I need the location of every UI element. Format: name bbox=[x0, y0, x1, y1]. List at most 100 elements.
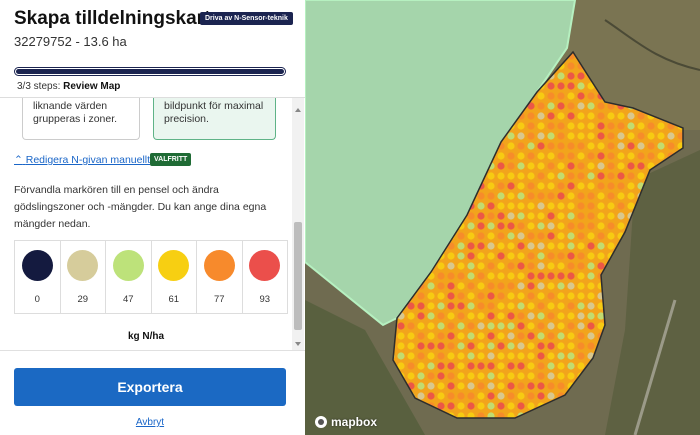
prescription-dot bbox=[547, 232, 555, 240]
prescription-dot bbox=[527, 182, 535, 190]
map-canvas[interactable] bbox=[305, 0, 700, 435]
prescription-dot bbox=[617, 212, 625, 220]
prescription-dot bbox=[507, 252, 515, 260]
prescription-dot bbox=[517, 292, 525, 300]
prescription-dot bbox=[567, 362, 575, 370]
prescription-dot bbox=[507, 332, 515, 340]
prescription-dot bbox=[557, 222, 565, 230]
pixel-option-card[interactable]: bildpunkt för maximal precision. bbox=[153, 98, 276, 140]
rate-swatches: 0 29 47 61 77 93 bbox=[14, 240, 288, 314]
prescription-dot bbox=[587, 302, 595, 310]
prescription-dot bbox=[557, 162, 565, 170]
prescription-dot bbox=[527, 172, 535, 180]
prescription-dot bbox=[447, 272, 455, 280]
prescription-dot bbox=[577, 242, 585, 250]
rate-swatch[interactable]: 77 bbox=[197, 241, 243, 313]
rate-swatch[interactable]: 61 bbox=[152, 241, 197, 313]
prescription-dot bbox=[457, 302, 465, 310]
prescription-dot bbox=[497, 222, 505, 230]
scroll-down-icon[interactable] bbox=[295, 342, 301, 346]
steps-count: 3/3 steps: bbox=[17, 81, 61, 92]
prescription-dot bbox=[537, 372, 545, 380]
prescription-dot bbox=[507, 362, 515, 370]
prescription-dot bbox=[617, 192, 625, 200]
prescription-dot bbox=[527, 142, 535, 150]
prescription-dot bbox=[487, 232, 495, 240]
prescription-dot bbox=[477, 192, 485, 200]
prescription-dot bbox=[627, 202, 635, 210]
prescription-dot bbox=[487, 262, 495, 270]
prescription-dot bbox=[527, 152, 535, 160]
prescription-dot bbox=[657, 132, 665, 140]
rate-color-dot[interactable] bbox=[203, 250, 235, 281]
prescription-dot bbox=[597, 142, 605, 150]
rate-color-dot[interactable] bbox=[67, 250, 99, 281]
prescription-dot bbox=[567, 192, 575, 200]
prescription-dot bbox=[587, 232, 595, 240]
prescription-dot bbox=[557, 82, 565, 90]
prescription-dot bbox=[537, 282, 545, 290]
rate-swatch[interactable]: 93 bbox=[243, 241, 288, 313]
prescription-dot bbox=[587, 342, 595, 350]
prescription-dot bbox=[577, 342, 585, 350]
prescription-dot bbox=[527, 262, 535, 270]
rate-color-dot[interactable] bbox=[158, 250, 190, 281]
prescription-dot bbox=[537, 272, 545, 280]
prescription-dot bbox=[527, 342, 535, 350]
prescription-dot bbox=[437, 272, 445, 280]
prescription-dot bbox=[437, 392, 445, 400]
prescription-dot bbox=[507, 322, 515, 330]
prescription-dot bbox=[427, 392, 435, 400]
rate-swatch[interactable]: 29 bbox=[61, 241, 106, 313]
scrollbar[interactable] bbox=[292, 98, 304, 350]
rate-color-dot[interactable] bbox=[249, 250, 281, 281]
prescription-dot bbox=[527, 192, 535, 200]
map-view[interactable]: mapbox bbox=[305, 0, 700, 435]
prescription-dot bbox=[517, 322, 525, 330]
prescription-dot bbox=[517, 222, 525, 230]
prescription-dot bbox=[587, 312, 595, 320]
prescription-dot bbox=[597, 242, 605, 250]
manual-edit-link[interactable]: ⌃ Redigera N-givan manuellt bbox=[14, 154, 150, 166]
prescription-dot bbox=[567, 372, 575, 380]
prescription-dot bbox=[567, 352, 575, 360]
prescription-dot bbox=[447, 362, 455, 370]
rate-color-dot[interactable] bbox=[21, 250, 53, 281]
prescription-dot bbox=[527, 382, 535, 390]
prescription-dot bbox=[577, 72, 585, 80]
zone-option-card[interactable]: liknande värden grupperas i zoner. bbox=[22, 98, 140, 140]
rate-value: 47 bbox=[122, 294, 134, 305]
prescription-dot bbox=[587, 242, 595, 250]
prescription-dot bbox=[467, 362, 475, 370]
prescription-dot bbox=[627, 132, 635, 140]
prescription-dot bbox=[577, 292, 585, 300]
prescription-dot bbox=[577, 302, 585, 310]
rate-swatch[interactable]: 0 bbox=[15, 241, 61, 313]
prescription-dot bbox=[517, 132, 525, 140]
prescription-dot bbox=[477, 342, 485, 350]
prescription-dot bbox=[537, 112, 545, 120]
prescription-dot bbox=[587, 182, 595, 190]
prescription-dot bbox=[517, 262, 525, 270]
prescription-dot bbox=[397, 352, 405, 360]
scrollbar-thumb[interactable] bbox=[294, 222, 302, 330]
prescription-dot bbox=[467, 352, 475, 360]
prescription-dot bbox=[637, 132, 645, 140]
prescription-dot bbox=[617, 112, 625, 120]
rate-swatch[interactable]: 47 bbox=[106, 241, 152, 313]
scroll-content: liknande värden grupperas i zoner. bildp… bbox=[0, 98, 292, 350]
prescription-dot bbox=[547, 382, 555, 390]
prescription-dot bbox=[447, 342, 455, 350]
prescription-dot bbox=[537, 302, 545, 310]
prescription-dot bbox=[547, 182, 555, 190]
prescription-dot bbox=[487, 172, 495, 180]
prescription-dot bbox=[447, 322, 455, 330]
rate-value: 77 bbox=[213, 294, 225, 305]
export-button[interactable]: Exportera bbox=[14, 368, 286, 406]
scroll-up-icon[interactable] bbox=[295, 108, 301, 112]
cancel-link[interactable]: Avbryt bbox=[0, 417, 300, 428]
prescription-dot bbox=[567, 222, 575, 230]
rate-color-dot[interactable] bbox=[112, 250, 144, 281]
prescription-dot bbox=[547, 222, 555, 230]
prescription-dot bbox=[577, 322, 585, 330]
